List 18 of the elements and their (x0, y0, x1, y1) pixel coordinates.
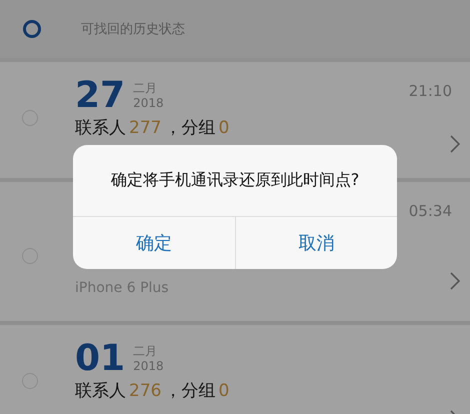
entry-time: 05:34 (408, 202, 452, 220)
section-title: 可找回的历史状态 (81, 21, 185, 38)
groups-label: ，分组 (164, 117, 216, 139)
date-day: 01 (75, 337, 126, 381)
contacts-count: 277 (129, 118, 162, 138)
contacts-label: 联系人 (75, 117, 126, 139)
date-year: 2018 (133, 359, 164, 374)
date-month: 二月 (133, 344, 158, 359)
groups-count: 0 (218, 118, 230, 138)
groups-label: ，分组 (164, 380, 216, 402)
dialog-message: 确定将手机通讯录还原到此时间点? (73, 145, 397, 217)
contacts-count: 276 (129, 380, 162, 400)
entry-time: 21:10 (408, 82, 452, 100)
contacts-label: 联系人 (75, 380, 126, 402)
date-day: 27 (75, 74, 126, 118)
groups-count: 0 (218, 380, 230, 400)
date-month: 二月 (133, 81, 158, 96)
date-year: 2018 (133, 96, 164, 111)
